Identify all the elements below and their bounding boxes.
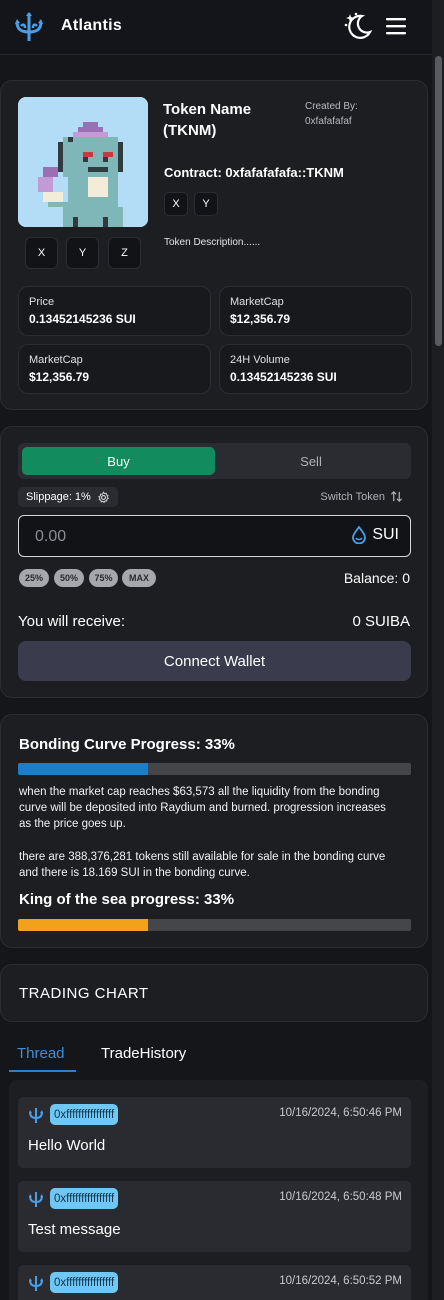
stat-label: 24H Volume: [230, 354, 290, 366]
tab-thread[interactable]: Thread: [17, 1045, 65, 1062]
settings-gear-icon: [97, 490, 109, 503]
receive-label: You will receive:: [18, 613, 125, 630]
stat-label: MarketCap: [29, 354, 83, 366]
bonding-curve-description: when the market cap reaches $63,573 all …: [19, 786, 386, 830]
bonding-curve-progress-bar: [18, 763, 411, 775]
sender-address-badge[interactable]: 0xffffffffffffffff: [50, 1188, 119, 1209]
social-link-z[interactable]: Z: [108, 237, 141, 269]
sender-address-badge[interactable]: 0xffffffffffffffff: [50, 1104, 119, 1125]
buy-sell-tabs: Buy Sell: [18, 443, 411, 479]
swap-arrows-icon: [390, 491, 403, 502]
stat-marketcap: MarketCap $12,356.79: [219, 286, 412, 336]
moon-stars-icon[interactable]: [342, 10, 374, 40]
message-text: Test message: [28, 1221, 121, 1238]
hamburger-menu-icon[interactable]: [384, 14, 408, 38]
percent-75-button[interactable]: 75%: [89, 569, 118, 587]
king-of-sea-progress-fill: [18, 919, 148, 931]
social-link-y[interactable]: Y: [66, 237, 99, 269]
amount-input[interactable]: [35, 527, 285, 547]
created-by-label: Created By:: [305, 101, 358, 112]
percent-50-button[interactable]: 50%: [54, 569, 84, 587]
created-by-address[interactable]: 0xfafafafaf: [305, 114, 358, 129]
token-description: Token Description......: [164, 237, 261, 248]
sender-address-badge[interactable]: 0xffffffffffffffff: [50, 1272, 119, 1293]
message-timestamp: 10/16/2024, 6:50:48 PM: [279, 1191, 402, 1203]
stat-value: 0.13452145236 SUI: [29, 312, 136, 326]
social-link-y-small[interactable]: Y: [194, 192, 218, 216]
king-of-sea-progress-bar: [18, 919, 411, 931]
bonding-curve-title: Bonding Curve Progress: 33%: [19, 736, 235, 753]
tab-trade-history[interactable]: TradeHistory: [101, 1045, 186, 1062]
stat-price: Price 0.13452145236 SUI: [18, 286, 211, 336]
stat-marketcap-2: MarketCap $12,356.79: [18, 344, 211, 394]
trading-chart-title: TRADING CHART: [19, 985, 149, 1002]
trading-chart-card[interactable]: TRADING CHART: [0, 964, 428, 1022]
thread-message: 0xffffffffffffffff 10/16/2024, 6:50:46 P…: [18, 1097, 411, 1168]
percent-25-button[interactable]: 25%: [19, 569, 49, 587]
slippage-label: Slippage: 1%: [26, 491, 91, 503]
stat-24h-volume: 24H Volume 0.13452145236 SUI: [219, 344, 412, 394]
bonding-curve-supply-info: there are 388,376,281 tokens still avail…: [19, 851, 386, 879]
token-unit: SUI: [352, 526, 399, 544]
active-tab-indicator: [9, 1070, 76, 1072]
percent-max-button[interactable]: MAX: [122, 569, 156, 587]
switch-token-label: Switch Token: [320, 490, 385, 503]
sui-drop-icon: [352, 526, 367, 544]
token-info-card: Token Name (TKNM) Created By: 0xfafafafa…: [0, 80, 428, 410]
message-text: Hello World: [28, 1137, 106, 1154]
connect-wallet-button[interactable]: Connect Wallet: [18, 641, 411, 681]
trident-avatar-icon: [29, 1192, 43, 1207]
stat-value: 0.13452145236 SUI: [230, 370, 337, 384]
bonding-curve-progress-fill: [18, 763, 148, 775]
scrollbar-thumb[interactable]: [435, 56, 442, 346]
brand-name: Atlantis: [61, 17, 123, 34]
amount-field[interactable]: SUI: [18, 515, 411, 557]
bonding-curve-card: Bonding Curve Progress: 33% when the mar…: [0, 714, 428, 948]
created-by: Created By: 0xfafafafaf: [305, 99, 358, 129]
trident-avatar-icon: [29, 1108, 43, 1123]
pixel-unicorn-image: [18, 97, 148, 227]
stat-label: MarketCap: [230, 296, 284, 308]
page-scrollbar[interactable]: [432, 0, 444, 1300]
trident-avatar-icon: [29, 1276, 43, 1291]
slippage-button[interactable]: Slippage: 1%: [18, 487, 118, 507]
buy-tab[interactable]: Buy: [22, 447, 215, 475]
stat-label: Price: [29, 296, 55, 308]
receive-value: 0 SUIBA: [352, 613, 410, 630]
token-avatar: [18, 97, 148, 227]
thread-message: 0xffffffffffffffff 10/16/2024, 6:50:48 P…: [18, 1181, 411, 1252]
stat-value: $12,356.79: [29, 370, 90, 384]
unit-label: SUI: [372, 526, 399, 543]
switch-token-button[interactable]: Switch Token: [320, 490, 403, 503]
top-navbar: Atlantis: [0, 0, 432, 55]
message-timestamp: 10/16/2024, 6:50:46 PM: [279, 1107, 402, 1119]
thread-message: 0xffffffffffffffff 10/16/2024, 6:50:52 P…: [18, 1265, 411, 1300]
social-link-x[interactable]: X: [25, 237, 58, 269]
balance-display: Balance: 0: [343, 570, 410, 586]
social-link-x-small[interactable]: X: [164, 192, 188, 216]
trade-card: Buy Sell Slippage: 1% Switch Token SUI 2…: [0, 426, 428, 698]
king-of-sea-title: King of the sea progress: 33%: [19, 891, 235, 908]
token-name: Token Name (TKNM): [163, 101, 252, 139]
trident-logo-icon[interactable]: [12, 10, 46, 44]
stat-value: $12,356.79: [230, 312, 291, 326]
sell-tab[interactable]: Sell: [215, 447, 407, 475]
contract-address: Contract: 0xfafafafafa::TKNM: [164, 165, 344, 180]
message-timestamp: 10/16/2024, 6:50:52 PM: [279, 1275, 402, 1287]
